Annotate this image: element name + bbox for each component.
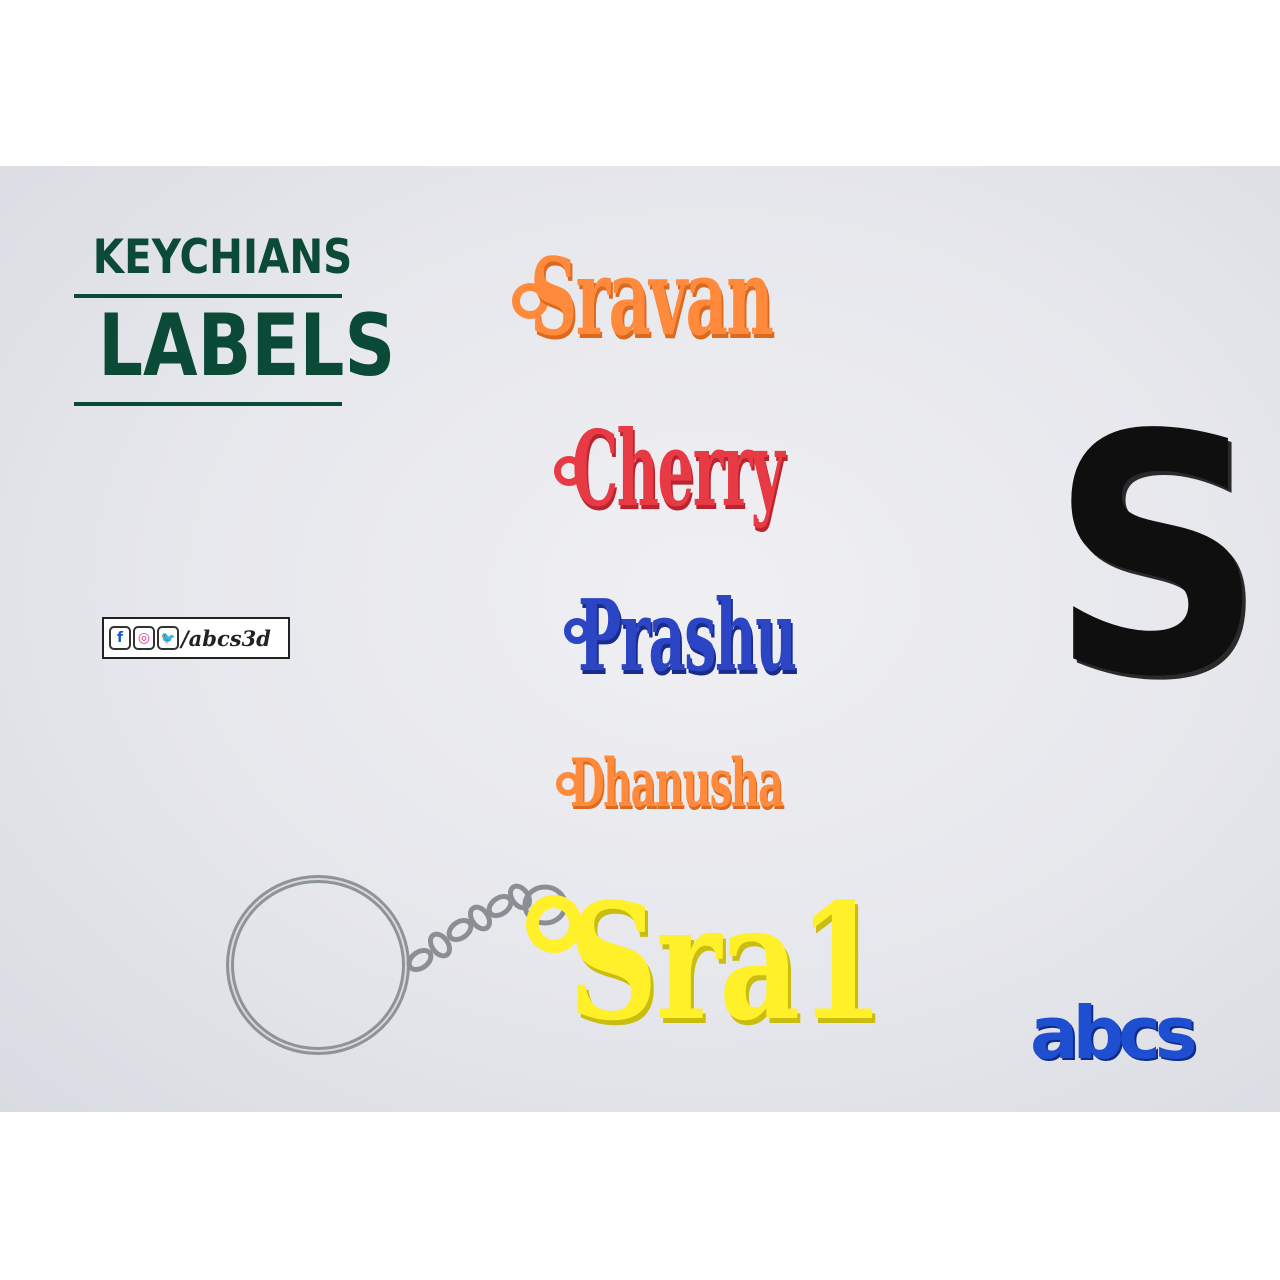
keychain-tag-cherry: Cherry bbox=[572, 407, 785, 530]
abcs-logo: abcs bbox=[1030, 990, 1198, 1075]
keychain-tag-sra1: Sra1 bbox=[568, 868, 885, 1056]
social-handle-badge: f ◎ 🐦 /abcs3d bbox=[102, 617, 290, 659]
twitter-icon: 🐦 bbox=[157, 626, 179, 650]
facebook-icon: f bbox=[109, 626, 131, 650]
keychain-tag-prashu: Prashu bbox=[578, 579, 797, 694]
keychain-tag-sravan: Sravan bbox=[530, 234, 774, 359]
letter-s-cutout: S bbox=[1050, 365, 1264, 749]
keychain-tag-dhanusha: Dhanusha bbox=[570, 744, 784, 822]
title-block: KEYCHIANS LABELS bbox=[74, 228, 396, 406]
instagram-icon: ◎ bbox=[133, 626, 155, 650]
title-line-1: KEYCHIANS bbox=[92, 230, 353, 285]
social-handle-text: /abcs3d bbox=[181, 625, 271, 651]
title-line-2: LABELS bbox=[98, 296, 396, 396]
title-rule-bottom bbox=[74, 402, 342, 406]
